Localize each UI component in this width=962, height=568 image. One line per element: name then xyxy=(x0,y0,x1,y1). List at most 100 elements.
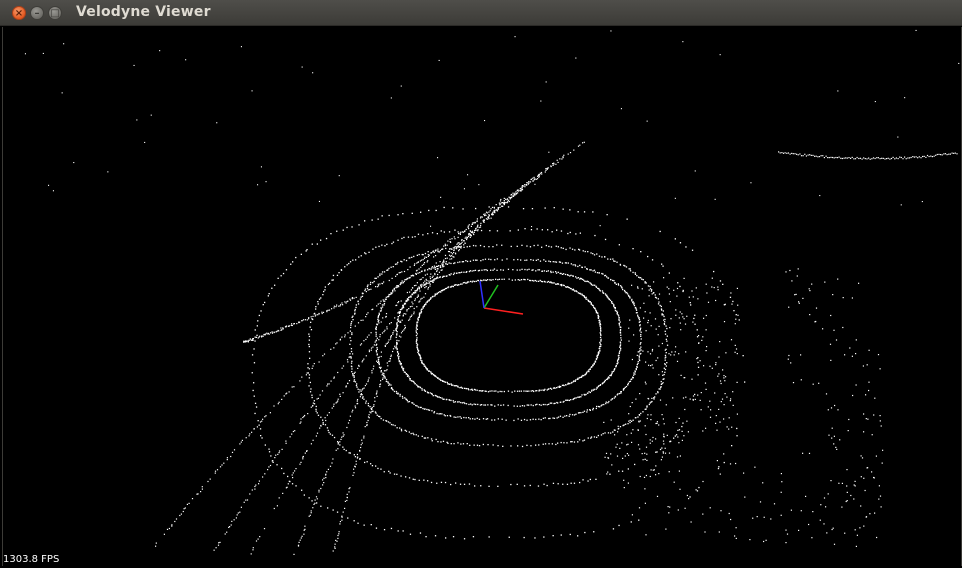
point xyxy=(718,356,720,358)
maximize-button[interactable]: □ xyxy=(48,6,62,20)
point xyxy=(685,246,687,248)
point xyxy=(647,285,650,287)
point xyxy=(394,424,396,427)
point xyxy=(702,513,704,515)
point xyxy=(445,262,447,264)
point xyxy=(370,281,372,284)
point xyxy=(468,403,470,406)
point xyxy=(659,399,662,401)
point xyxy=(637,286,639,288)
point xyxy=(502,404,505,406)
point xyxy=(285,487,287,489)
point xyxy=(513,259,515,261)
point xyxy=(597,385,599,388)
point xyxy=(393,390,396,393)
point xyxy=(538,404,541,406)
point xyxy=(366,336,368,338)
point xyxy=(333,436,336,439)
point xyxy=(597,312,599,314)
point xyxy=(412,287,414,289)
point xyxy=(656,422,658,424)
point xyxy=(566,399,568,401)
point-cloud-canvas[interactable] xyxy=(3,27,961,566)
point xyxy=(442,440,445,442)
point xyxy=(607,471,609,473)
point xyxy=(302,456,304,458)
close-button[interactable]: × xyxy=(12,6,26,20)
point xyxy=(398,272,400,274)
point xyxy=(434,293,436,295)
point xyxy=(274,284,276,286)
point xyxy=(649,439,651,441)
point xyxy=(370,463,372,465)
point xyxy=(553,402,555,405)
title-bar[interactable]: × – □ Velodyne Viewer xyxy=(0,0,962,26)
point xyxy=(736,287,738,289)
point xyxy=(918,156,920,158)
point xyxy=(715,299,717,302)
point xyxy=(377,276,379,278)
point xyxy=(368,289,370,291)
point xyxy=(333,377,335,379)
point xyxy=(855,545,857,547)
point xyxy=(393,287,395,290)
point xyxy=(614,282,616,284)
point xyxy=(480,279,482,281)
point xyxy=(632,302,634,304)
point xyxy=(390,266,392,268)
point xyxy=(418,253,420,256)
point xyxy=(281,467,283,470)
point xyxy=(819,519,821,521)
point xyxy=(433,267,435,269)
point xyxy=(364,461,366,464)
point xyxy=(395,329,397,331)
point xyxy=(663,323,666,326)
point xyxy=(355,296,357,298)
point xyxy=(639,448,641,450)
point-cloud-viewport[interactable]: 1303.8 FPS xyxy=(2,27,962,566)
point xyxy=(243,501,245,503)
point xyxy=(637,360,639,363)
point xyxy=(552,271,554,273)
point xyxy=(549,387,552,389)
point xyxy=(725,376,727,378)
point xyxy=(823,523,825,525)
point xyxy=(363,437,365,439)
minimize-button[interactable]: – xyxy=(30,6,44,20)
point xyxy=(610,419,612,421)
point xyxy=(551,231,553,233)
point xyxy=(310,316,312,318)
point xyxy=(367,289,369,291)
point xyxy=(381,304,384,306)
point xyxy=(627,423,629,425)
point xyxy=(325,477,327,479)
point xyxy=(331,434,334,436)
point xyxy=(520,419,523,421)
point xyxy=(800,379,802,381)
point xyxy=(442,261,444,263)
point xyxy=(736,353,738,355)
point xyxy=(490,279,492,281)
point xyxy=(457,416,459,418)
point xyxy=(201,486,203,488)
point xyxy=(504,202,506,204)
point xyxy=(534,183,536,185)
point xyxy=(417,272,419,274)
point xyxy=(660,383,662,385)
point xyxy=(780,514,782,516)
point xyxy=(726,426,728,428)
point xyxy=(470,235,472,237)
point xyxy=(262,304,264,306)
point xyxy=(273,405,275,407)
point xyxy=(880,506,882,508)
point xyxy=(547,280,550,283)
point xyxy=(349,299,352,301)
point xyxy=(855,384,857,386)
point xyxy=(368,251,370,253)
point xyxy=(282,272,285,275)
point xyxy=(590,437,592,439)
point xyxy=(810,154,812,156)
point xyxy=(271,331,273,333)
point xyxy=(457,401,459,403)
point xyxy=(424,293,427,295)
